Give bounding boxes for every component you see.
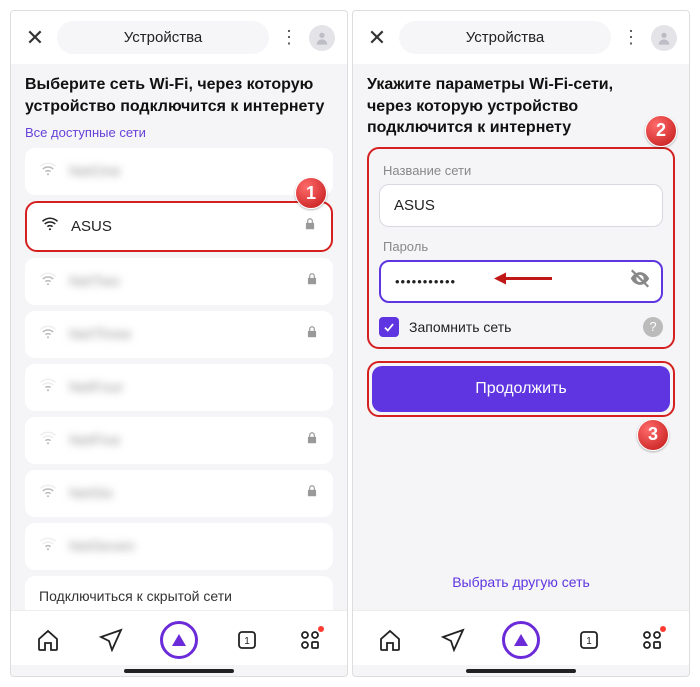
wifi-icon	[41, 215, 59, 238]
svg-text:1: 1	[586, 636, 592, 647]
wifi-ssid: NetTwo	[69, 273, 293, 290]
lock-icon	[305, 272, 319, 291]
content: Выберите сеть Wi-Fi, через которую устро…	[11, 64, 347, 610]
home-indicator	[466, 669, 576, 673]
wifi-icon	[39, 160, 57, 183]
more-icon[interactable]: ⋮	[279, 27, 299, 48]
home-indicator	[124, 669, 234, 673]
header: ✕ Устройства ⋮	[11, 11, 347, 64]
remember-label: Запомнить сеть	[409, 319, 633, 335]
wifi-ssid: NetSix	[69, 485, 293, 502]
wifi-row[interactable]: NetSeven	[25, 523, 333, 570]
wifi-ssid: NetFive	[69, 432, 293, 449]
hidden-network-link[interactable]: Подключиться к скрытой сети	[25, 576, 333, 610]
remember-checkbox[interactable]	[379, 317, 399, 337]
wifi-row[interactable]: ASUS 1	[25, 201, 333, 252]
remember-row: Запомнить сеть ?	[379, 317, 663, 337]
eye-off-icon[interactable]	[629, 268, 651, 295]
wifi-row[interactable]: NetTwo	[25, 258, 333, 305]
header: ✕ Устройства ⋮	[353, 11, 689, 64]
home-icon[interactable]	[34, 626, 62, 654]
wifi-icon	[39, 535, 57, 558]
content: Укажите параметры Wi-Fi-сети, через кото…	[353, 64, 689, 610]
screen-wifi-select: ✕ Устройства ⋮ Выберите сеть Wi-Fi, чере…	[10, 10, 348, 677]
wifi-row[interactable]: NetFive	[25, 417, 333, 464]
close-icon[interactable]: ✕	[23, 25, 47, 51]
annotation-badge-3: 3	[637, 419, 669, 451]
bottom-nav: 1	[11, 610, 347, 665]
wifi-row[interactable]: NetThree	[25, 311, 333, 358]
wifi-list: NetOne ASUS 1 NetTwo NetThree NetFour Ne…	[25, 148, 333, 570]
wifi-row[interactable]: NetFour	[25, 364, 333, 411]
annotation-badge-1: 1	[295, 177, 327, 209]
lock-icon	[305, 431, 319, 450]
tabs-icon[interactable]: 1	[233, 626, 261, 654]
continue-button[interactable]: Продолжить	[372, 366, 670, 412]
page-title: Устройства	[399, 21, 611, 54]
alice-icon[interactable]	[502, 621, 540, 659]
more-icon[interactable]: ⋮	[621, 27, 641, 48]
wifi-icon	[39, 270, 57, 293]
home-icon[interactable]	[376, 626, 404, 654]
send-icon[interactable]	[439, 626, 467, 654]
wifi-icon	[39, 482, 57, 505]
page-title: Устройства	[57, 21, 269, 54]
wifi-icon	[39, 429, 57, 452]
wifi-ssid: NetThree	[69, 326, 293, 343]
wifi-row[interactable]: NetOne	[25, 148, 333, 195]
wifi-icon	[39, 376, 57, 399]
bottom-nav: 1	[353, 610, 689, 665]
tabs-icon[interactable]: 1	[575, 626, 603, 654]
wifi-form: 2 Название сети Пароль Запомнить сеть ?	[367, 147, 675, 349]
close-icon[interactable]: ✕	[365, 25, 389, 51]
wifi-ssid: NetSeven	[69, 538, 319, 555]
choose-other-network-link[interactable]: Выбрать другую сеть	[367, 556, 675, 600]
help-icon[interactable]: ?	[643, 317, 663, 337]
lock-icon	[303, 217, 317, 236]
avatar[interactable]	[651, 25, 677, 51]
all-networks-label: Все доступные сети	[25, 125, 333, 140]
alice-icon[interactable]	[160, 621, 198, 659]
services-icon[interactable]	[296, 626, 324, 654]
send-icon[interactable]	[97, 626, 125, 654]
wifi-ssid: NetFour	[69, 379, 319, 396]
screen-wifi-params: ✕ Устройства ⋮ Укажите параметры Wi-Fi-с…	[352, 10, 690, 677]
wifi-ssid: ASUS	[71, 218, 291, 235]
services-icon[interactable]	[638, 626, 666, 654]
lock-icon	[305, 325, 319, 344]
wifi-ssid: NetOne	[69, 163, 319, 180]
network-name-label: Название сети	[383, 163, 663, 178]
lock-icon	[305, 484, 319, 503]
svg-text:1: 1	[244, 636, 250, 647]
password-label: Пароль	[383, 239, 663, 254]
wifi-row[interactable]: NetSix	[25, 470, 333, 517]
heading: Укажите параметры Wi-Fi-сети, через кото…	[367, 74, 675, 139]
heading: Выберите сеть Wi-Fi, через которую устро…	[25, 74, 333, 117]
arrow-annotation	[494, 270, 554, 293]
continue-wrap: Продолжить 3	[367, 361, 675, 417]
annotation-badge-2: 2	[645, 115, 677, 147]
avatar[interactable]	[309, 25, 335, 51]
network-name-input[interactable]	[379, 184, 663, 227]
wifi-icon	[39, 323, 57, 346]
